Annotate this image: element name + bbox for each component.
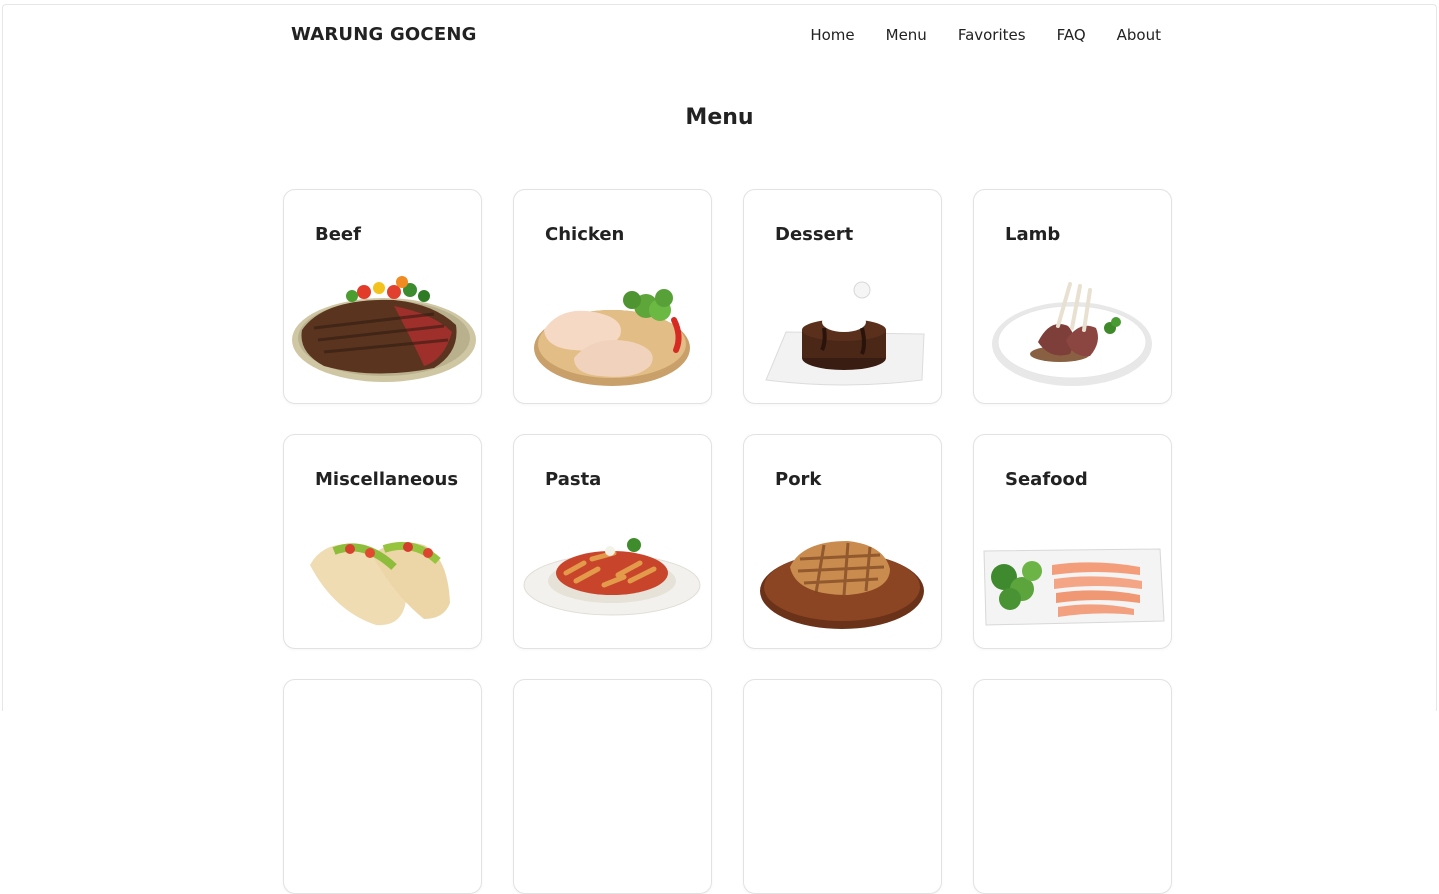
category-title: Pasta: [545, 469, 602, 490]
chocolate-cake-icon: [765, 281, 925, 386]
pork-chop-icon: [760, 541, 924, 629]
category-title: Beef: [315, 224, 361, 245]
category-card-pork[interactable]: Pork: [743, 434, 942, 649]
category-title: Dessert: [775, 224, 854, 245]
category-title: Miscellaneous: [315, 469, 459, 490]
category-card-row3-1[interactable]: [283, 679, 482, 894]
nav-home[interactable]: Home: [810, 26, 854, 44]
category-card-dessert[interactable]: Dessert: [743, 189, 942, 404]
category-card-row3-4[interactable]: [973, 679, 1172, 894]
category-title: Chicken: [545, 224, 625, 245]
nav-menu[interactable]: Menu: [886, 26, 927, 44]
category-title: Pork: [775, 469, 822, 490]
category-card-seafood[interactable]: Seafood: [973, 434, 1172, 649]
category-card-chicken[interactable]: Chicken: [513, 189, 712, 404]
beef-steak-icon: [292, 276, 476, 382]
penne-pasta-icon: [523, 538, 701, 616]
category-card-row3-2[interactable]: [513, 679, 712, 894]
lamb-chops-icon: [992, 282, 1152, 386]
nav-faq[interactable]: FAQ: [1057, 26, 1086, 44]
category-card-miscellaneous[interactable]: Miscellaneous: [283, 434, 482, 649]
category-card-beef[interactable]: Beef: [283, 189, 482, 404]
brand-logo[interactable]: WARUNG GOCENG: [291, 24, 477, 45]
nav-favorites[interactable]: Favorites: [958, 26, 1026, 44]
main-nav: Home Menu Favorites FAQ About: [810, 26, 1161, 44]
category-card-row3-3[interactable]: [743, 679, 942, 894]
category-title: Lamb: [1005, 224, 1061, 245]
nav-about[interactable]: About: [1117, 26, 1161, 44]
chicken-legs-icon: [534, 289, 690, 386]
salmon-sashimi-icon: [983, 548, 1165, 626]
category-title: Seafood: [1005, 469, 1088, 490]
tacos-icon: [310, 542, 450, 626]
page-title: Menu: [685, 105, 754, 130]
category-card-lamb[interactable]: Lamb: [973, 189, 1172, 404]
category-card-pasta[interactable]: Pasta: [513, 434, 712, 649]
